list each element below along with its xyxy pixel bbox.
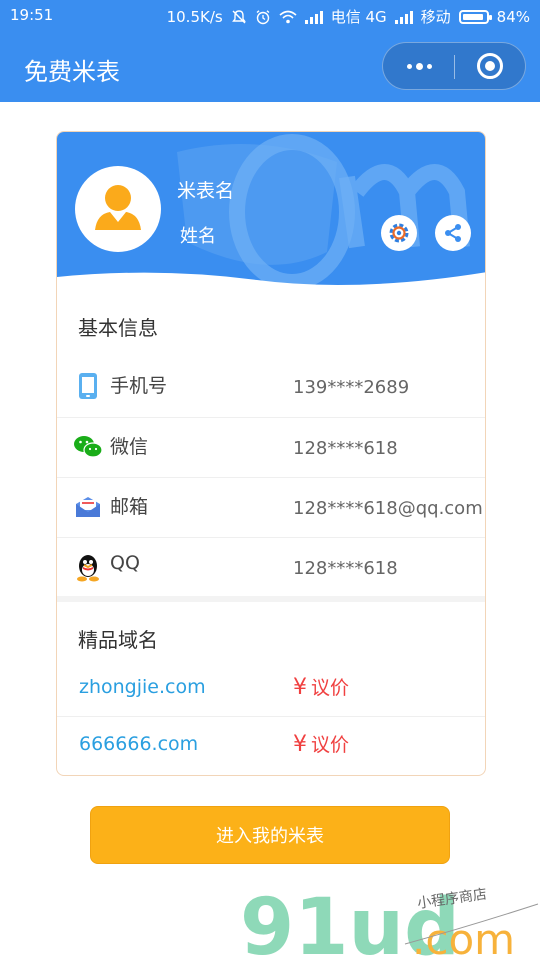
signal-icon	[304, 10, 323, 24]
wechat-icon	[73, 432, 103, 462]
domain-price: ¥ 议价	[293, 730, 349, 757]
user-icon	[95, 185, 141, 230]
info-row-wechat: 微信 128****618	[57, 417, 485, 477]
mail-icon	[73, 492, 103, 522]
info-label: 手机号	[110, 375, 168, 397]
site-watermark-logo: 91ud .com 小程序商店	[240, 886, 539, 960]
share-icon	[445, 224, 461, 242]
info-label: 邮箱	[110, 496, 149, 518]
capsule-divider	[454, 55, 455, 79]
net-speed: 10.5K/s	[166, 7, 223, 26]
mute-icon	[231, 9, 246, 23]
profile-banner: 米表名 姓名	[57, 132, 485, 287]
section-divider	[57, 596, 485, 602]
info-value: 139****2689	[293, 377, 410, 398]
basic-info-title: 基本信息	[78, 316, 158, 340]
wifi-icon	[279, 10, 297, 23]
domain-link[interactable]: 666666.com	[79, 733, 198, 755]
gear-icon	[389, 223, 409, 243]
signal-icon-2	[394, 10, 413, 24]
person-name: 姓名	[180, 226, 216, 247]
close-button[interactable]	[477, 53, 503, 79]
qq-icon	[73, 552, 103, 582]
carrier-1: 电信 4G	[330, 8, 387, 26]
page-title: 免费米表	[24, 58, 120, 86]
battery-icon	[458, 9, 492, 24]
mini-program-capsule	[382, 42, 526, 90]
phone-icon	[73, 371, 103, 401]
profile-card: 米表名 姓名 基本信息 手机号 139****2689 微信 128****61…	[56, 131, 486, 776]
more-button[interactable]	[401, 43, 437, 89]
domain-link[interactable]: zhongjie.com	[79, 676, 206, 698]
alarm-icon	[256, 9, 270, 24]
share-button[interactable]	[435, 215, 471, 251]
info-label: 微信	[110, 436, 149, 458]
info-row-mail: 邮箱 128****618@qq.com	[57, 477, 485, 537]
info-value: 128****618@qq.com	[293, 498, 483, 519]
info-row-qq: QQ 128****618	[57, 537, 485, 597]
meter-name: 米表名	[177, 180, 235, 202]
status-right: 10.5K/s 电信 4G 移动 84%	[167, 6, 530, 27]
status-bar: 19:51 10.5K/s 电信 4G 移动 84%	[0, 0, 540, 32]
row-divider	[57, 716, 485, 717]
currency-symbol: ¥	[293, 675, 307, 700]
settings-button[interactable]	[381, 215, 417, 251]
info-value: 128****618	[293, 558, 398, 579]
nav-bar: 免费米表	[0, 32, 540, 102]
price-text: 议价	[311, 734, 350, 756]
currency-symbol: ¥	[293, 732, 307, 757]
price-text: 议价	[311, 677, 350, 699]
enter-my-meter-button[interactable]: 进入我的米表	[90, 806, 450, 864]
info-label: QQ	[110, 552, 140, 574]
info-value: 128****618	[293, 438, 398, 459]
domain-price: ¥ 议价	[293, 673, 349, 700]
battery-level: 84%	[496, 7, 530, 26]
avatar	[75, 166, 161, 252]
info-row-phone: 手机号 139****2689	[57, 357, 485, 417]
premium-domains-title: 精品域名	[78, 628, 158, 652]
carrier-2: 移动	[420, 8, 451, 26]
status-time: 19:51	[10, 6, 54, 24]
